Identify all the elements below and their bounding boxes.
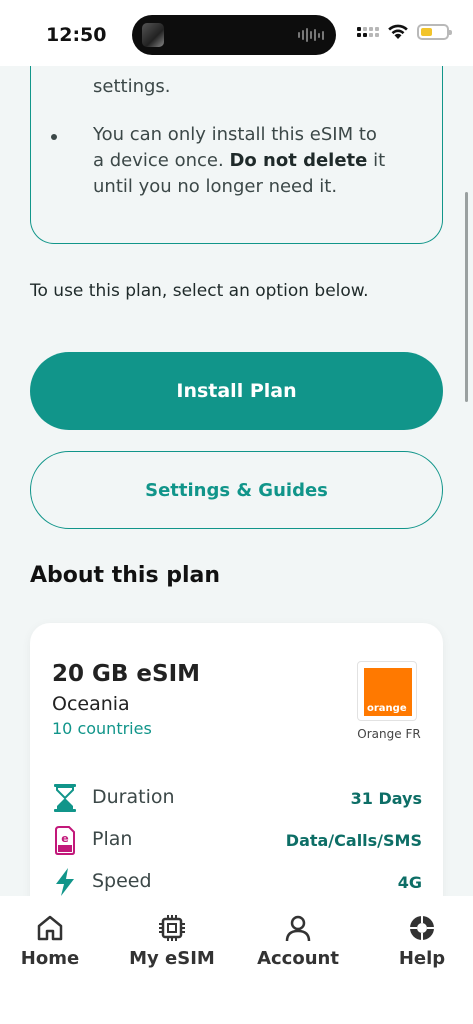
lightning-icon bbox=[56, 868, 74, 896]
countries-link[interactable]: 10 countries bbox=[52, 719, 152, 738]
detail-row-duration: Duration 31 Days bbox=[52, 783, 422, 813]
detail-label: Speed bbox=[92, 870, 152, 892]
tab-help[interactable]: Help bbox=[367, 914, 473, 969]
dynamic-island[interactable] bbox=[132, 15, 336, 55]
help-icon bbox=[410, 916, 434, 940]
scrollbar[interactable] bbox=[465, 192, 468, 402]
plan-region: Oceania bbox=[52, 693, 130, 715]
settings-guides-button[interactable]: Settings & Guides bbox=[30, 451, 443, 529]
tab-label: Home bbox=[20, 948, 80, 969]
operator-name: Orange FR bbox=[357, 727, 421, 741]
svg-text:e: e bbox=[61, 832, 68, 845]
status-bar: 12:50 bbox=[0, 0, 473, 66]
status-icons bbox=[357, 23, 452, 40]
install-plan-button[interactable]: Install Plan bbox=[30, 352, 443, 430]
hourglass-icon bbox=[54, 784, 76, 812]
detail-value: Data/Calls/SMS bbox=[285, 831, 422, 850]
detail-row-plan: e Plan Data/Calls/SMS bbox=[52, 825, 422, 855]
tab-home[interactable]: Home bbox=[0, 914, 105, 969]
tab-my-esim[interactable]: My eSIM bbox=[117, 914, 227, 969]
plan-name: 20 GB eSIM bbox=[52, 661, 201, 687]
tab-label: Account bbox=[257, 948, 339, 969]
operator-logo: orange bbox=[357, 661, 417, 721]
instruction-text: To use this plan, select an option below… bbox=[30, 281, 369, 301]
home-icon bbox=[37, 915, 63, 941]
bullet-icon bbox=[51, 134, 57, 140]
install-notes-card: settings. You can only install this eSIM… bbox=[30, 66, 443, 244]
note-partial-line: settings. bbox=[93, 76, 171, 97]
cellular-signal-icon bbox=[357, 26, 379, 37]
tab-label: My eSIM bbox=[129, 948, 215, 969]
status-time: 12:50 bbox=[46, 24, 107, 46]
now-playing-thumbnail bbox=[142, 23, 164, 47]
operator-logo-text: orange bbox=[367, 703, 407, 714]
chip-icon bbox=[159, 915, 185, 941]
detail-label: Duration bbox=[92, 786, 175, 808]
detail-row-speed: Speed 4G bbox=[52, 867, 422, 896]
detail-label: Plan bbox=[92, 828, 133, 850]
battery-icon bbox=[417, 23, 452, 40]
audio-waveform-icon bbox=[298, 28, 324, 42]
note-bullet-text: You can only install this eSIM to a devi… bbox=[93, 124, 386, 197]
tab-label: Help bbox=[398, 948, 446, 969]
esim-card-icon: e bbox=[55, 826, 75, 855]
tab-account[interactable]: Account bbox=[243, 914, 353, 969]
person-icon bbox=[285, 915, 311, 942]
detail-value: 4G bbox=[397, 873, 422, 892]
about-section-title: About this plan bbox=[30, 563, 220, 588]
detail-value: 31 Days bbox=[350, 789, 422, 808]
plan-card: 20 GB eSIM Oceania 10 countries orange O… bbox=[30, 623, 443, 896]
wifi-icon bbox=[388, 24, 408, 39]
bottom-tab-bar: Home My eSIM Account Help bbox=[0, 896, 473, 1024]
scroll-content[interactable]: settings. You can only install this eSIM… bbox=[0, 66, 473, 896]
